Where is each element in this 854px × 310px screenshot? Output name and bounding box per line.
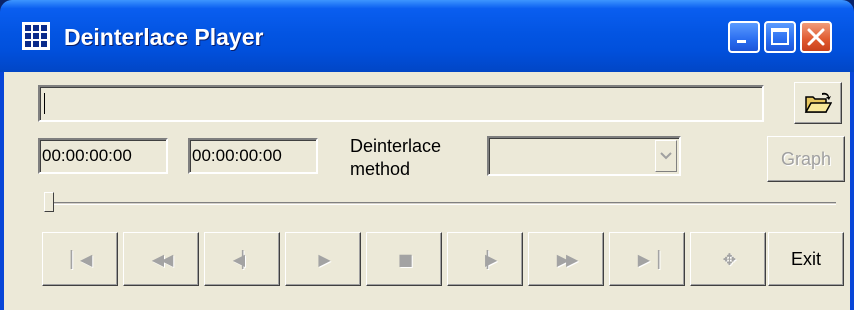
fast-forward-button[interactable]: ▶▶	[528, 232, 604, 286]
fast-forward-icon: ▶▶	[556, 249, 579, 269]
skip-to-end-button[interactable]: ▶▕	[609, 232, 685, 286]
window-title: Deinterlace Player	[64, 24, 264, 50]
step-forward-icon: ▕▶	[475, 249, 498, 269]
grid-app-icon	[22, 22, 50, 50]
play-button[interactable]: ▶	[285, 232, 361, 286]
dropdown-button[interactable]	[655, 140, 677, 172]
step-forward-button[interactable]: ▕▶	[447, 232, 523, 286]
exit-button[interactable]: Exit	[768, 232, 844, 286]
duration-time-field: 00:00:00:00	[188, 138, 318, 174]
deinterlace-method-label: Deinterlace method	[350, 136, 442, 179]
move-crosshair-icon: ✥	[722, 249, 737, 269]
folder-open-icon	[804, 92, 832, 113]
file-path-input[interactable]	[38, 85, 764, 122]
position-time-field: 00:00:00:00	[38, 138, 168, 174]
play-icon: ▶	[318, 249, 330, 269]
main-window: Deinterlace Player 00:00:00:00 00:00:00:…	[0, 0, 854, 310]
minimize-button[interactable]	[728, 21, 760, 53]
close-icon	[807, 28, 825, 46]
stop-button[interactable]: ■	[366, 232, 442, 286]
maximize-button[interactable]	[764, 21, 796, 53]
open-file-button[interactable]	[794, 82, 842, 124]
window-border-right	[850, 72, 854, 310]
rewind-icon: ◀◀	[151, 249, 174, 269]
step-back-icon: ◀▏	[232, 249, 255, 269]
title-bar[interactable]: Deinterlace Player	[0, 0, 854, 72]
chevron-down-icon	[660, 152, 672, 160]
seek-slider-track[interactable]	[46, 202, 836, 205]
client-area: 00:00:00:00 00:00:00:00 Deinterlace meth…	[4, 72, 850, 310]
minimize-icon	[737, 40, 746, 43]
deinterlace-method-select[interactable]	[487, 136, 681, 176]
seek-slider-thumb[interactable]	[44, 192, 54, 212]
maximize-icon	[771, 28, 789, 45]
text-caret	[44, 93, 45, 114]
skip-start-icon: ▏◀	[70, 249, 93, 269]
step-back-button[interactable]: ◀▏	[204, 232, 280, 286]
skip-to-start-button[interactable]: ▏◀	[42, 232, 118, 286]
skip-end-icon: ▶▕	[637, 249, 660, 269]
close-button[interactable]	[800, 21, 832, 53]
stop-icon: ■	[397, 249, 413, 269]
zoom-button[interactable]: ✥	[690, 232, 766, 286]
graph-button[interactable]: Graph	[767, 136, 845, 182]
rewind-button[interactable]: ◀◀	[123, 232, 199, 286]
